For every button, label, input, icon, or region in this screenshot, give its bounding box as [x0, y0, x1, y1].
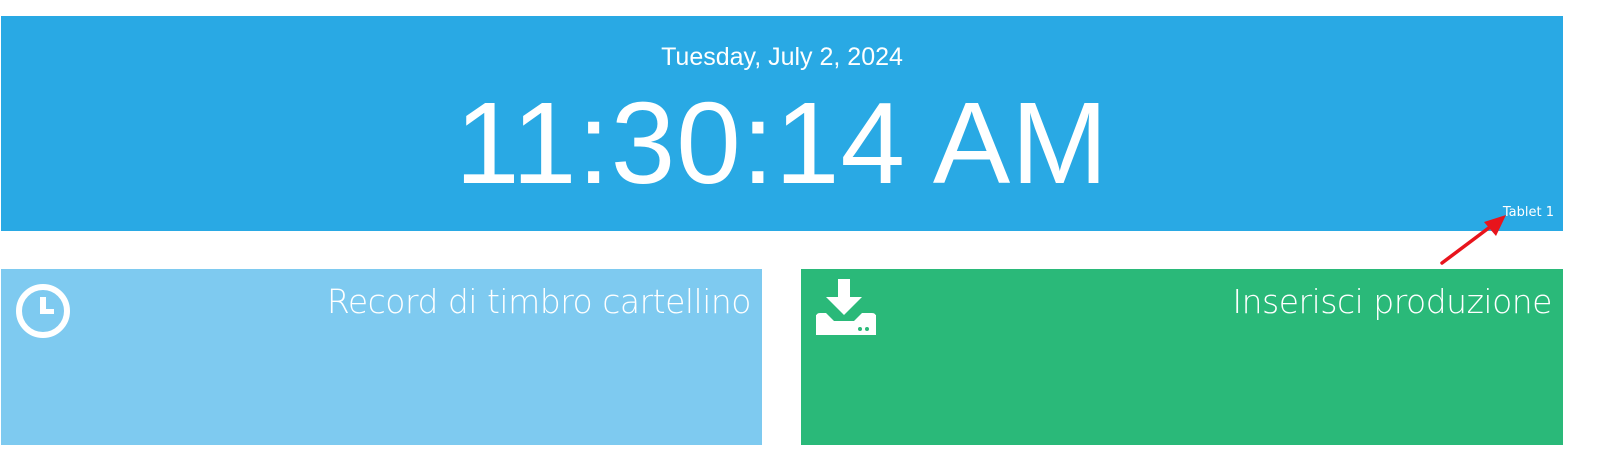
red-arrow-icon [1440, 215, 1506, 265]
production-tile-label: Inserisci produzione [1232, 282, 1552, 321]
time-clock-tile-label: Record di timbro cartellino [326, 282, 752, 321]
time-clock-tile[interactable]: Record di timbro cartellino [1, 269, 762, 445]
current-date: Tuesday, July 2, 2024 [661, 43, 903, 71]
download-tray-icon [816, 279, 876, 335]
clock-header: Tuesday, July 2, 2024 11:30:14 AM Tablet… [1, 16, 1563, 231]
production-tile[interactable]: Inserisci produzione [801, 269, 1563, 445]
current-time: 11:30:14 AM [455, 78, 1109, 208]
clock-icon [16, 284, 70, 338]
